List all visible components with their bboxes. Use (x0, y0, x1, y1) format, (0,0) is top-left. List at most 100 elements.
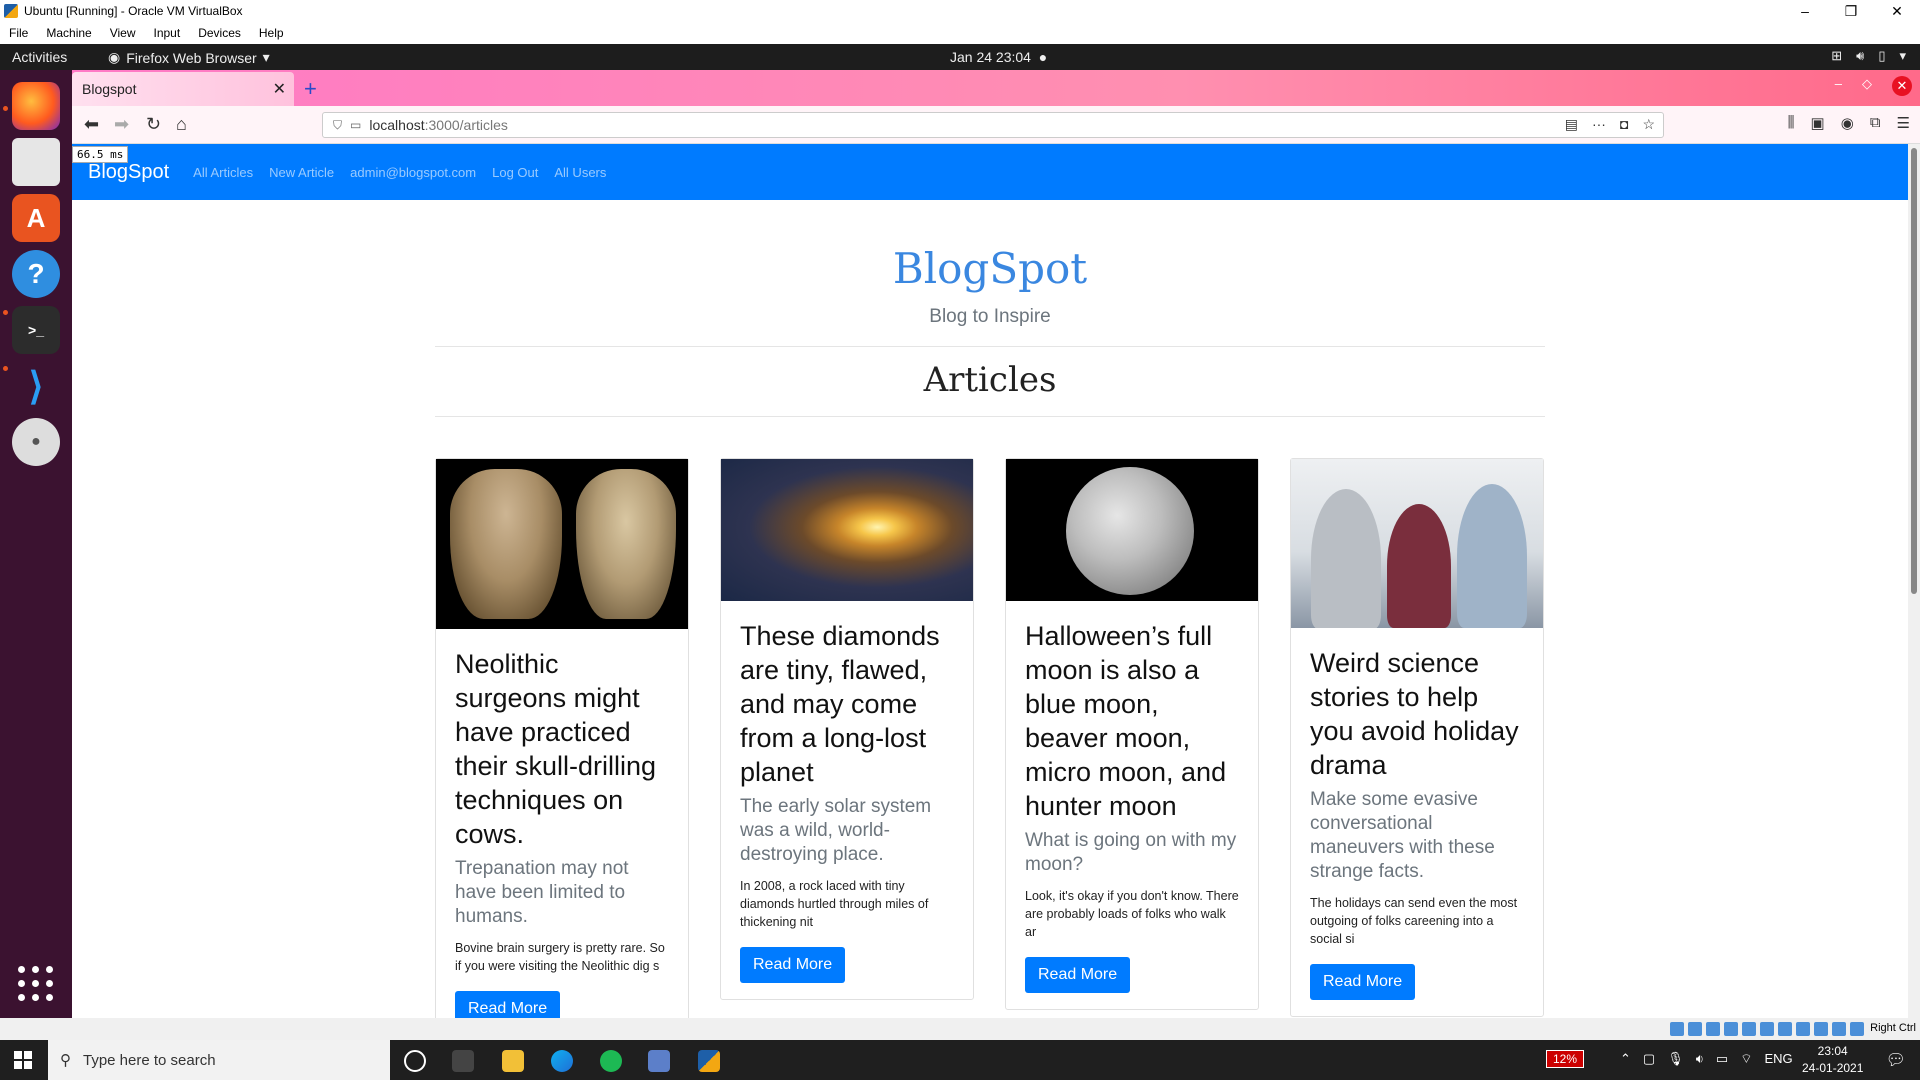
taskbar-clock[interactable]: 23:04 24-01-2021 (1802, 1043, 1863, 1077)
nav-log-out[interactable]: Log Out (492, 165, 538, 180)
gnome-clock[interactable]: Jan 24 23:04 ● (950, 49, 1047, 65)
minimize-icon[interactable]: – (1835, 76, 1842, 96)
url-bar[interactable]: ⛉ ▭ localhost:3000/articles ▤ ··· ◘ ☆ (322, 112, 1664, 138)
network-icon[interactable] (1724, 1022, 1738, 1036)
reload-button[interactable]: ↻ (146, 114, 161, 135)
toolbar-right: ⫼ ▣ ◉ ⧉ ☰ (1788, 114, 1910, 132)
volume-icon[interactable]: 🔉︎ (1696, 1051, 1704, 1067)
article-title[interactable]: These diamonds are tiny, flawed, and may… (740, 619, 954, 789)
nav-all-users[interactable]: All Users (554, 165, 606, 180)
firefox-icon[interactable] (12, 82, 60, 130)
network-icon: ⊞ (1831, 48, 1843, 63)
vscode-icon[interactable]: ⟩ (12, 362, 60, 410)
notifications-icon[interactable]: 💬︎ (1886, 1050, 1906, 1070)
system-tray[interactable]: ⊞ 🔊︎ ▯ ▾ (1831, 48, 1906, 64)
usb-icon[interactable] (1742, 1022, 1756, 1036)
audio-icon[interactable] (1706, 1022, 1720, 1036)
nav-all-articles[interactable]: All Articles (193, 165, 253, 180)
task-view-icon[interactable] (452, 1050, 474, 1072)
read-more-button[interactable]: Read More (740, 947, 846, 983)
windows-start-icon[interactable] (14, 1051, 32, 1069)
page-icon: ▭ (350, 118, 362, 132)
cpu-meter: 12% (1546, 1050, 1585, 1068)
article-subtitle: What is going on with my moon? (1025, 830, 1237, 875)
menu-hamburger-icon[interactable]: ☰ (1897, 114, 1910, 132)
activities-button[interactable]: Activities (12, 49, 67, 65)
app-menu[interactable]: ◉ Firefox Web Browser ▾ (108, 49, 270, 66)
reader-view-icon[interactable]: ▤ (1565, 116, 1578, 133)
edge-icon[interactable] (551, 1050, 573, 1072)
restore-icon[interactable]: ❐ (1828, 0, 1874, 22)
minimize-icon[interactable]: – (1782, 0, 1828, 22)
home-button[interactable]: ⌂ (176, 114, 187, 135)
more-actions-icon[interactable]: ··· (1592, 116, 1606, 133)
disc-icon[interactable]: ● (12, 418, 60, 466)
files-icon[interactable] (12, 138, 60, 186)
chevron-down-icon: ▾ (262, 49, 270, 65)
microphone-icon[interactable]: 🎙︎ (1667, 1051, 1684, 1067)
help-icon[interactable]: ? (12, 250, 60, 298)
page-scrollbar[interactable] (1908, 144, 1920, 1018)
nav-new-article[interactable]: New Article (269, 165, 334, 180)
pocket-icon[interactable]: ◘ (1620, 116, 1628, 133)
keyboard-icon[interactable] (1850, 1022, 1864, 1036)
battery-icon[interactable]: ▭ (1716, 1051, 1728, 1067)
close-tab-icon[interactable]: ✕ (273, 79, 286, 99)
article-title[interactable]: Weird science stories to help you avoid … (1310, 646, 1524, 782)
scrollbar-thumb[interactable] (1911, 148, 1917, 594)
menu-help[interactable]: Help (250, 26, 293, 40)
new-tab-button[interactable]: + (304, 76, 317, 102)
windows-taskbar: ⚲ Type here to search 12% ⌃ ▢ 🎙︎ 🔉︎ ▭ ⌔ … (0, 1040, 1920, 1080)
recording-icon[interactable] (1796, 1022, 1810, 1036)
shared-folder-icon[interactable] (1760, 1022, 1774, 1036)
menu-machine[interactable]: Machine (37, 26, 100, 40)
language-indicator[interactable]: ENG (1764, 1051, 1792, 1067)
read-more-button[interactable]: Read More (1025, 957, 1131, 993)
moon-image (1006, 459, 1258, 601)
menu-view[interactable]: View (101, 26, 145, 40)
close-icon[interactable]: ✕ (1892, 76, 1912, 96)
mouse-icon[interactable] (1832, 1022, 1846, 1036)
forward-button[interactable]: ➡ (114, 114, 129, 135)
spotify-icon[interactable] (600, 1050, 622, 1072)
cortana-icon[interactable] (404, 1050, 426, 1072)
optical-icon[interactable] (1688, 1022, 1702, 1036)
article-subtitle: Trepanation may not have been limited to… (455, 858, 629, 927)
read-more-button[interactable]: Read More (1310, 964, 1416, 1000)
menu-devices[interactable]: Devices (189, 26, 250, 40)
extension-icon[interactable]: ⧉ (1870, 114, 1881, 132)
hdd-icon[interactable] (1670, 1022, 1684, 1036)
close-icon[interactable]: ✕ (1874, 0, 1920, 22)
virtualbox-taskbar-icon[interactable] (698, 1050, 720, 1072)
perf-badge: 66.5 ms (72, 146, 129, 163)
maximize-icon[interactable]: ◇ (1862, 76, 1872, 96)
article-title[interactable]: Halloween’s full moon is also a blue moo… (1025, 619, 1239, 823)
tab-blogspot[interactable]: Blogspot ✕ (72, 72, 294, 106)
vbox-statusbar: Right Ctrl (0, 1018, 1920, 1040)
read-more-button[interactable]: Read More (455, 991, 561, 1018)
library-icon[interactable]: ⫼ (1788, 114, 1795, 132)
nav-user-email[interactable]: admin@blogspot.com (350, 165, 476, 180)
show-applications-icon[interactable] (18, 966, 54, 1002)
meet-now-icon[interactable]: ▢ (1643, 1051, 1655, 1067)
sidebar-icon[interactable]: ▣ (1811, 114, 1825, 132)
wifi-icon[interactable]: ⌔ (1740, 1051, 1752, 1067)
menu-file[interactable]: File (0, 26, 37, 40)
article-title[interactable]: Neolithic surgeons might have practiced … (455, 647, 669, 851)
terminal-icon[interactable]: >_ (12, 306, 60, 354)
display-icon[interactable] (1778, 1022, 1792, 1036)
file-explorer-icon[interactable] (502, 1050, 524, 1072)
article-card: Neolithic surgeons might have practiced … (435, 458, 689, 1018)
menu-input[interactable]: Input (145, 26, 190, 40)
taskbar-search[interactable]: ⚲ Type here to search (48, 1040, 390, 1080)
software-icon[interactable]: A (12, 194, 60, 242)
shield-icon[interactable]: ⛉ (333, 118, 342, 133)
chevron-up-icon[interactable]: ⌃ (1620, 1051, 1631, 1067)
3d-box-icon[interactable] (648, 1050, 670, 1072)
cpu-icon[interactable] (1814, 1022, 1828, 1036)
ubuntu-dock: A ? >_ ⟩ ● (0, 70, 72, 1018)
bookmark-star-icon[interactable]: ☆ (1642, 116, 1655, 133)
account-icon[interactable]: ◉ (1841, 114, 1854, 132)
site-brand[interactable]: BlogSpot (88, 161, 169, 184)
back-button[interactable]: ⬅ (84, 114, 99, 135)
